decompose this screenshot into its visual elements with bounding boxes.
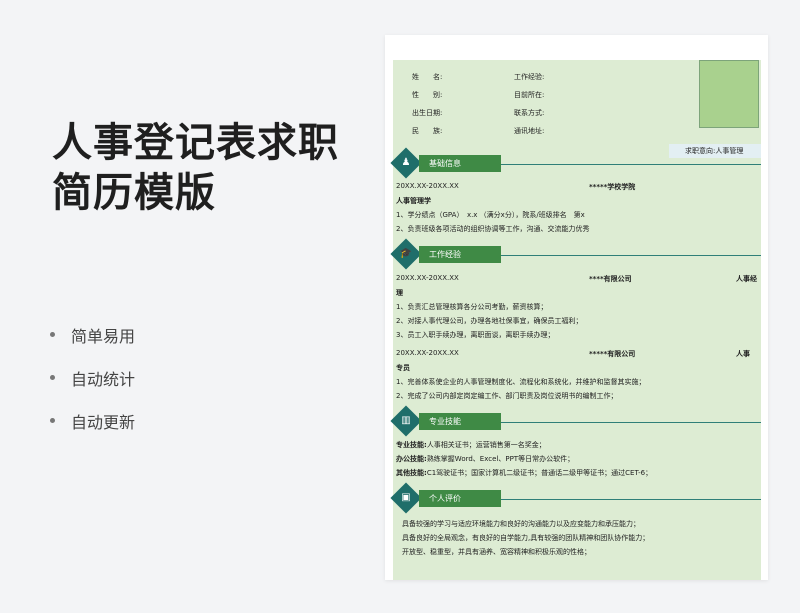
promo-title: 人事登记表求职 简历模版 [52, 118, 372, 218]
id-card-icon: ▣ [401, 492, 411, 503]
job-role: 人事经 [736, 275, 757, 283]
job-item: 1、负责汇总管理核算各分公司考勤，薪资核算； [396, 303, 548, 311]
edu-major: 人事管理学 [396, 197, 431, 205]
job-role: 人事 [736, 350, 750, 358]
edu-item: 2、负责班级各项活动的组织协调等工作，沟通、交流能力优秀 [396, 225, 590, 233]
section-title: 基础信息 [419, 155, 501, 172]
graduation-cap-icon: 🎓 [399, 248, 413, 259]
job-company: ****有限公司 [589, 275, 632, 283]
section-title: 专业技能 [419, 413, 501, 430]
section-work: 🎓 工作经验 [390, 238, 761, 270]
job-company: *****有限公司 [589, 350, 636, 358]
job-item: 3、员工入职手续办理，离职面谈，离职手续办理； [396, 331, 555, 339]
edu-item: 1、学分绩点（GPA） x.x （满分x分），院系/班级排名 第x [396, 211, 585, 219]
bullet-dot-icon [50, 418, 55, 423]
skill-row: 其他技能:C1驾驶证书；国家计算机二级证书；普通话二级甲等证书；通过CET-6； [396, 469, 653, 477]
feature-label: 自动更新 [71, 412, 136, 432]
edu-date: 20XX.XX-20XX.XX [396, 182, 459, 190]
bar-chart-icon: ▥ [401, 415, 411, 426]
job-item: 2、对接人事代理公司，办理各地社保事宜，确保员工福利； [396, 317, 583, 325]
info-birthdate: 出生日期: [412, 109, 443, 117]
eval-item: 具备良好的全局观念，有良好的自学能力,具有较强的团队精神和团队协作能力； [402, 534, 650, 542]
photo-placeholder[interactable] [699, 60, 759, 128]
info-address: 通讯地址: [514, 127, 545, 135]
info-location: 目前所在: [514, 91, 545, 99]
feature-item: 简单易用 [50, 313, 135, 356]
info-gender: 性 别: [412, 91, 443, 99]
edu-school: *****学校学院 [589, 183, 636, 191]
job-role-cont: 专员 [396, 364, 410, 372]
feature-label: 简单易用 [71, 326, 136, 346]
info-contact: 联系方式: [514, 109, 545, 117]
feature-label: 自动统计 [71, 369, 136, 389]
resume-sheet: 姓 名: 性 别: 出生日期: 民 族: 工作经验: 目前所在: 联系方式: 通… [390, 60, 761, 580]
job-date: 20XX.XX-20XX.XX [396, 274, 459, 282]
person-icon: ♟ [401, 157, 411, 168]
promo-title-line2: 简历模版 [52, 170, 216, 216]
job-item: 2、完成了公司内部定岗定编工作、部门职责及岗位说明书的编制工作； [396, 392, 618, 400]
bullet-dot-icon [50, 375, 55, 380]
info-experience: 工作经验: [514, 73, 545, 81]
promo-title-line1: 人事登记表求职 [52, 120, 339, 166]
eval-item: 开放型、稳重型，并具有涵养、宽容精神和积极乐观的性格； [402, 548, 591, 556]
skill-row: 办公技能:熟练掌握Word、Excel、PPT等日常办公软件； [396, 455, 575, 463]
feature-list: 简单易用 自动统计 自动更新 [50, 313, 135, 442]
section-title: 工作经验 [419, 246, 501, 263]
section-evaluation: ▣ 个人评价 [390, 482, 761, 514]
skill-row: 专业技能:人事相关证书；运营销售第一名奖金； [396, 441, 546, 449]
job-role-cont: 理 [396, 289, 403, 297]
info-ethnicity: 民 族: [412, 127, 443, 135]
section-title: 个人评价 [419, 490, 501, 507]
feature-item: 自动更新 [50, 399, 135, 442]
section-skills: ▥ 专业技能 [390, 405, 761, 437]
info-name: 姓 名: [412, 73, 443, 81]
section-basic-info: ♟ 基础信息 [390, 147, 761, 179]
resume-paper: 姓 名: 性 别: 出生日期: 民 族: 工作经验: 目前所在: 联系方式: 通… [385, 35, 768, 580]
job-item: 1、完善体系使企业的人事管理制度化、流程化和系统化，并维护和监督其实施； [396, 378, 646, 386]
feature-item: 自动统计 [50, 356, 135, 399]
bullet-dot-icon [50, 332, 55, 337]
job-date: 20XX.XX-20XX.XX [396, 349, 459, 357]
eval-item: 具备较强的学习与适应环境能力和良好的沟通能力以及应变能力和承压能力； [402, 520, 640, 528]
